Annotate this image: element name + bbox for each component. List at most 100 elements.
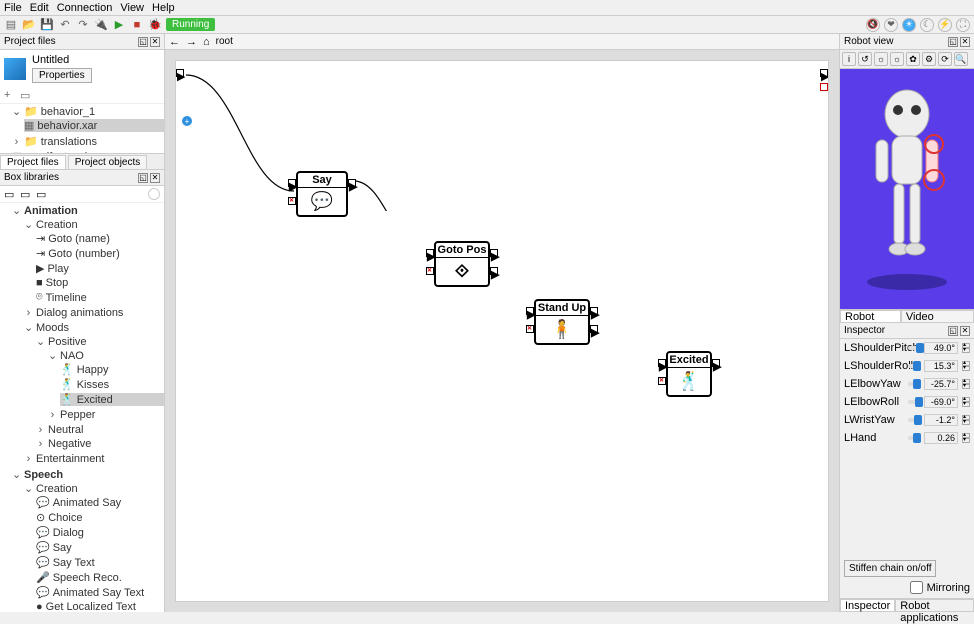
tool4-icon[interactable]: ⚙ xyxy=(922,52,936,66)
tool1-icon[interactable]: ☼ xyxy=(874,52,888,66)
add-input-icon[interactable]: + xyxy=(182,116,192,126)
node-say[interactable]: Say 💬 ▶ ▶ xyxy=(296,171,348,217)
flow-canvas[interactable]: ▶ ▶ + Say 💬 ▶ ▶ xyxy=(175,60,829,602)
tool5-icon[interactable]: ⟳ xyxy=(938,52,952,66)
new-icon[interactable]: ▤ xyxy=(4,18,18,32)
panel-close-icon[interactable]: ✕ xyxy=(150,37,160,47)
life-icon[interactable]: ❤ xyxy=(884,18,898,32)
panel-close-icon[interactable]: ✕ xyxy=(150,173,160,183)
stiffen-chain-button[interactable]: Stiffen chain on/off xyxy=(844,560,936,577)
search-icon[interactable] xyxy=(148,188,160,200)
menu-connection[interactable]: Connection xyxy=(57,2,113,14)
joint-slider[interactable] xyxy=(908,364,920,368)
battery-icon[interactable]: ⚡ xyxy=(938,18,952,32)
open-icon[interactable]: 📂 xyxy=(22,18,36,32)
node-output-port[interactable]: ▶ xyxy=(490,249,498,257)
mirroring-checkbox[interactable] xyxy=(910,581,923,594)
spin-down-icon[interactable]: ▾ xyxy=(962,438,970,443)
panel-close-icon[interactable]: ✕ xyxy=(960,37,970,47)
joint-value[interactable]: -69.0° xyxy=(924,396,958,408)
node-output-port2[interactable]: ▶ xyxy=(590,325,598,333)
node-cancel-port[interactable] xyxy=(658,377,666,385)
zoom-icon[interactable]: 🔍 xyxy=(954,52,968,66)
stop-icon[interactable]: ■ xyxy=(130,18,144,32)
spin-down-icon[interactable]: ▾ xyxy=(962,402,970,407)
play-icon[interactable]: ▶ xyxy=(112,18,126,32)
node-input-port[interactable]: ▶ xyxy=(288,179,296,187)
box-library-tree[interactable]: ⌄Animation ⌄Creation ⇥Goto (name) ⇥Goto … xyxy=(0,203,164,612)
project-objects-tab[interactable]: Project objects xyxy=(68,155,148,169)
panel-close-icon[interactable]: ✕ xyxy=(960,326,970,336)
tool3-icon[interactable]: ✿ xyxy=(906,52,920,66)
info-icon[interactable]: i xyxy=(842,52,856,66)
spin-down-icon[interactable]: ▾ xyxy=(962,348,970,353)
add-file-icon[interactable]: + xyxy=(4,89,16,101)
node-output-port[interactable]: ▶ xyxy=(712,359,720,367)
joint-value[interactable]: 15.3° xyxy=(924,360,958,372)
joint-slider[interactable] xyxy=(908,436,920,440)
inspector-tab[interactable]: Inspector xyxy=(840,599,895,612)
new-box-icon[interactable]: ▭ xyxy=(4,188,16,200)
node-cancel-port[interactable] xyxy=(426,267,434,275)
menu-view[interactable]: View xyxy=(120,2,144,14)
robot-applications-tab[interactable]: Robot applications xyxy=(895,599,974,612)
spin-down-icon[interactable]: ▾ xyxy=(962,420,970,425)
video-monitor-tab[interactable]: Video monitor xyxy=(901,310,974,323)
connect-icon[interactable]: 🔌 xyxy=(94,18,108,32)
open-box-icon[interactable]: ▭ xyxy=(20,188,32,200)
node-cancel-port[interactable] xyxy=(526,325,534,333)
node-output-port2[interactable]: ▶ xyxy=(490,267,498,275)
menu-file[interactable]: File xyxy=(4,2,22,14)
breadcrumb[interactable]: root xyxy=(216,36,233,47)
node-say-label: Say xyxy=(298,173,346,188)
robot-3d-view[interactable] xyxy=(840,69,974,309)
menu-edit[interactable]: Edit xyxy=(30,2,49,14)
home-icon[interactable]: ⌂ xyxy=(203,36,210,48)
panel-pop-icon[interactable]: ◱ xyxy=(138,37,148,47)
joint-value[interactable]: 0.26 xyxy=(924,432,958,444)
save-icon[interactable]: 💾 xyxy=(40,18,54,32)
nav-back-icon[interactable]: ← xyxy=(169,36,180,48)
joint-slider[interactable] xyxy=(908,382,920,386)
joint-value[interactable]: 49.0° xyxy=(924,342,958,354)
spin-down-icon[interactable]: ▾ xyxy=(962,366,970,371)
node-stand-up[interactable]: Stand Up 🧍 ▶ ▶ ▶ xyxy=(534,299,590,345)
nav-fwd-icon[interactable]: → xyxy=(186,36,197,48)
redo-icon[interactable]: ↷ xyxy=(76,18,90,32)
panel-pop-icon[interactable]: ◱ xyxy=(138,173,148,183)
joint-value[interactable]: -1.2° xyxy=(924,414,958,426)
node-output-port[interactable]: ▶ xyxy=(590,307,598,315)
fullscreen-icon[interactable]: ⛶ xyxy=(956,18,970,32)
node-excited[interactable]: Excited 🕺 ▶ ▶ xyxy=(666,351,712,397)
node-goto-pos[interactable]: Goto Pos ⟐ ▶ ▶ ▶ xyxy=(434,241,490,287)
debug-icon[interactable]: 🐞 xyxy=(148,18,162,32)
reset-view-icon[interactable]: ↺ xyxy=(858,52,872,66)
joint-slider[interactable] xyxy=(908,418,920,422)
node-input-port[interactable]: ▶ xyxy=(658,359,666,367)
menu-help[interactable]: Help xyxy=(152,2,175,14)
project-file-tree[interactable]: ⌄📁behavior_1 ▦behavior.xar ›📁translation… xyxy=(0,104,164,153)
end-port[interactable]: ▶ xyxy=(820,69,828,77)
node-input-port[interactable]: ▶ xyxy=(426,249,434,257)
spin-down-icon[interactable]: ▾ xyxy=(962,384,970,389)
rest-icon[interactable]: ☾ xyxy=(920,18,934,32)
properties-button[interactable]: Properties xyxy=(32,68,92,83)
node-output-port[interactable]: ▶ xyxy=(348,179,356,187)
project-files-tab[interactable]: Project files xyxy=(0,155,66,169)
save-box-icon[interactable]: ▭ xyxy=(36,188,48,200)
panel-pop-icon[interactable]: ◱ xyxy=(948,37,958,47)
volume-icon[interactable]: 🔇 xyxy=(866,18,880,32)
node-input-port[interactable]: ▶ xyxy=(526,307,534,315)
joint-value[interactable]: -25.7° xyxy=(924,378,958,390)
joint-slider[interactable] xyxy=(908,346,920,350)
panel-pop-icon[interactable]: ◱ xyxy=(948,326,958,336)
import-file-icon[interactable]: ▭ xyxy=(20,89,32,101)
joint-slider[interactable] xyxy=(908,400,920,404)
start-port[interactable]: ▶ xyxy=(176,69,184,77)
undo-icon[interactable]: ↶ xyxy=(58,18,72,32)
end-port-x[interactable] xyxy=(820,83,828,91)
wake-icon[interactable]: ☀ xyxy=(902,18,916,32)
tool2-icon[interactable]: ☼ xyxy=(890,52,904,66)
node-cancel-port[interactable] xyxy=(288,197,296,205)
robot-view-tab[interactable]: Robot view xyxy=(840,310,901,323)
